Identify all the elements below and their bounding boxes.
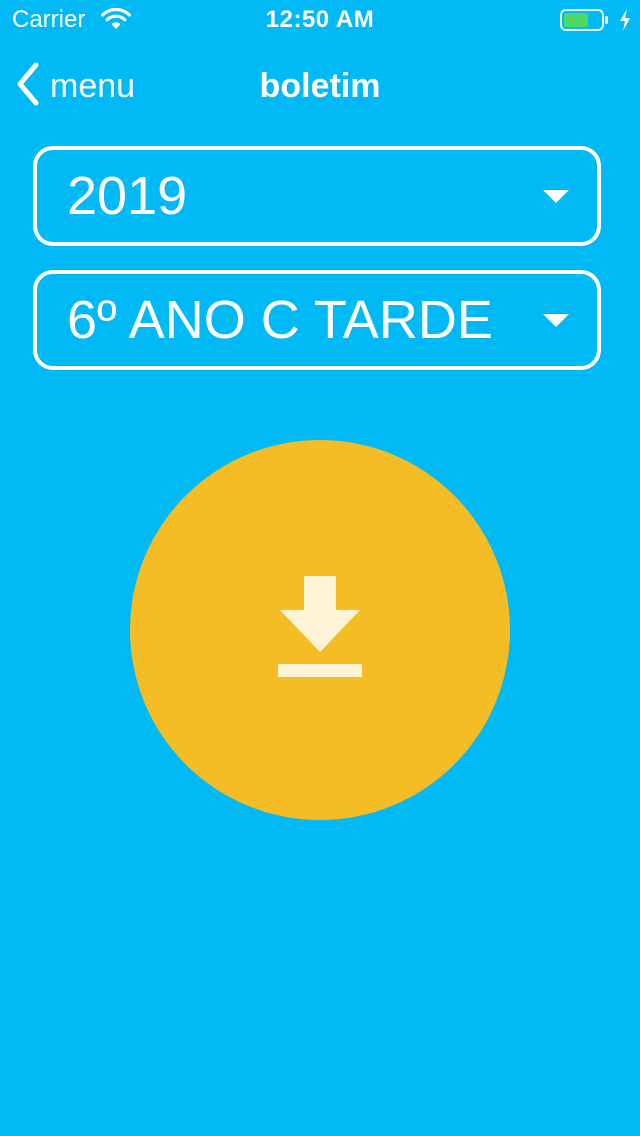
status-bar: Carrier 12:50 AM	[0, 0, 640, 40]
dropdown-arrow-icon	[543, 314, 569, 327]
download-icon	[278, 576, 362, 677]
charging-bolt-icon	[620, 9, 630, 31]
page-title: boletim	[259, 67, 381, 105]
class-picker[interactable]: 6º ANO C TARDE	[33, 270, 601, 370]
download-button[interactable]	[130, 440, 510, 820]
navigation-bar: menu boletim	[0, 40, 640, 128]
dropdown-arrow-icon	[543, 190, 569, 203]
clock: 12:50 AM	[265, 6, 375, 33]
year-value: 2019	[67, 166, 188, 226]
battery-icon	[560, 9, 608, 31]
year-picker[interactable]: 2019	[33, 146, 601, 246]
class-value: 6º ANO C TARDE	[67, 290, 493, 350]
